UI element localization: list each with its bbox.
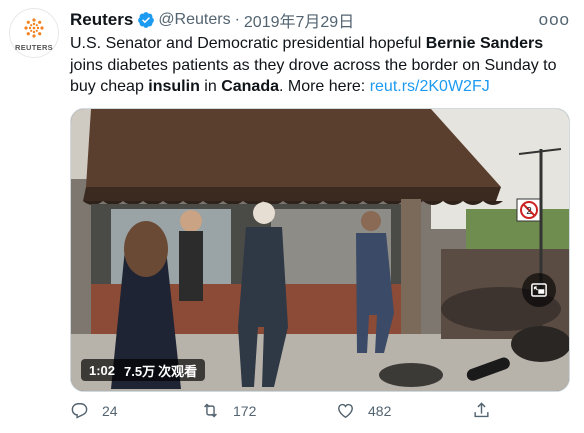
- reuters-logo-icon: [24, 18, 44, 38]
- tweet-card[interactable]: REUTERS Reuters @Reuters · 2019年7月29日 oo…: [0, 0, 584, 433]
- like-icon: [338, 403, 353, 419]
- retweet-button[interactable]: 172: [201, 401, 256, 420]
- video-frame: 2: [71, 109, 569, 391]
- verified-badge-icon: [138, 12, 155, 28]
- retweet-icon: [204, 403, 217, 418]
- more-icon[interactable]: ooo: [539, 10, 570, 30]
- tweet-text-bold: Bernie Sanders: [425, 35, 544, 52]
- tweet-text-part: U.S. Senator and Democratic presidential…: [70, 35, 426, 52]
- account-handle[interactable]: @Reuters: [158, 11, 230, 29]
- tweet-header: Reuters @Reuters · 2019年7月29日: [70, 9, 354, 31]
- avatar[interactable]: REUTERS: [9, 8, 59, 58]
- pip-button[interactable]: [522, 273, 556, 307]
- share-button[interactable]: [472, 401, 491, 420]
- header-separator: ·: [234, 11, 240, 28]
- avatar-wordmark: REUTERS: [15, 43, 53, 52]
- tweet-text-part: in: [199, 78, 222, 95]
- video-player[interactable]: 2 1:02 7.5万 次观看: [70, 108, 570, 392]
- reply-button[interactable]: 24: [70, 401, 118, 420]
- sign-text: 2: [526, 206, 532, 217]
- retweet-count: 172: [233, 402, 257, 419]
- tweet-text-bold: Canada: [221, 78, 279, 95]
- tweet-link[interactable]: reut.rs/2K0W2FJ: [370, 78, 490, 95]
- pip-icon: [531, 283, 547, 297]
- tweet-date[interactable]: 2019年7月29日: [244, 8, 354, 32]
- tweet-actions: 24 172 482: [70, 401, 570, 425]
- like-count: 482: [368, 402, 392, 419]
- video-info-badge: 1:02 7.5万 次观看: [81, 359, 206, 381]
- reply-icon: [71, 403, 88, 419]
- video-views: 7.5万: [124, 363, 156, 379]
- tweet-text-part: . More here:: [278, 78, 370, 95]
- like-button[interactable]: 482: [336, 401, 391, 420]
- share-icon: [474, 402, 489, 418]
- reply-count: 24: [102, 402, 118, 419]
- video-duration: 1:02: [89, 362, 116, 378]
- account-name[interactable]: Reuters: [70, 10, 133, 30]
- tweet-text-bold: insulin: [148, 78, 200, 95]
- video-views-suffix: 次观看: [158, 363, 198, 379]
- tweet-text: U.S. Senator and Democratic presidential…: [70, 33, 570, 98]
